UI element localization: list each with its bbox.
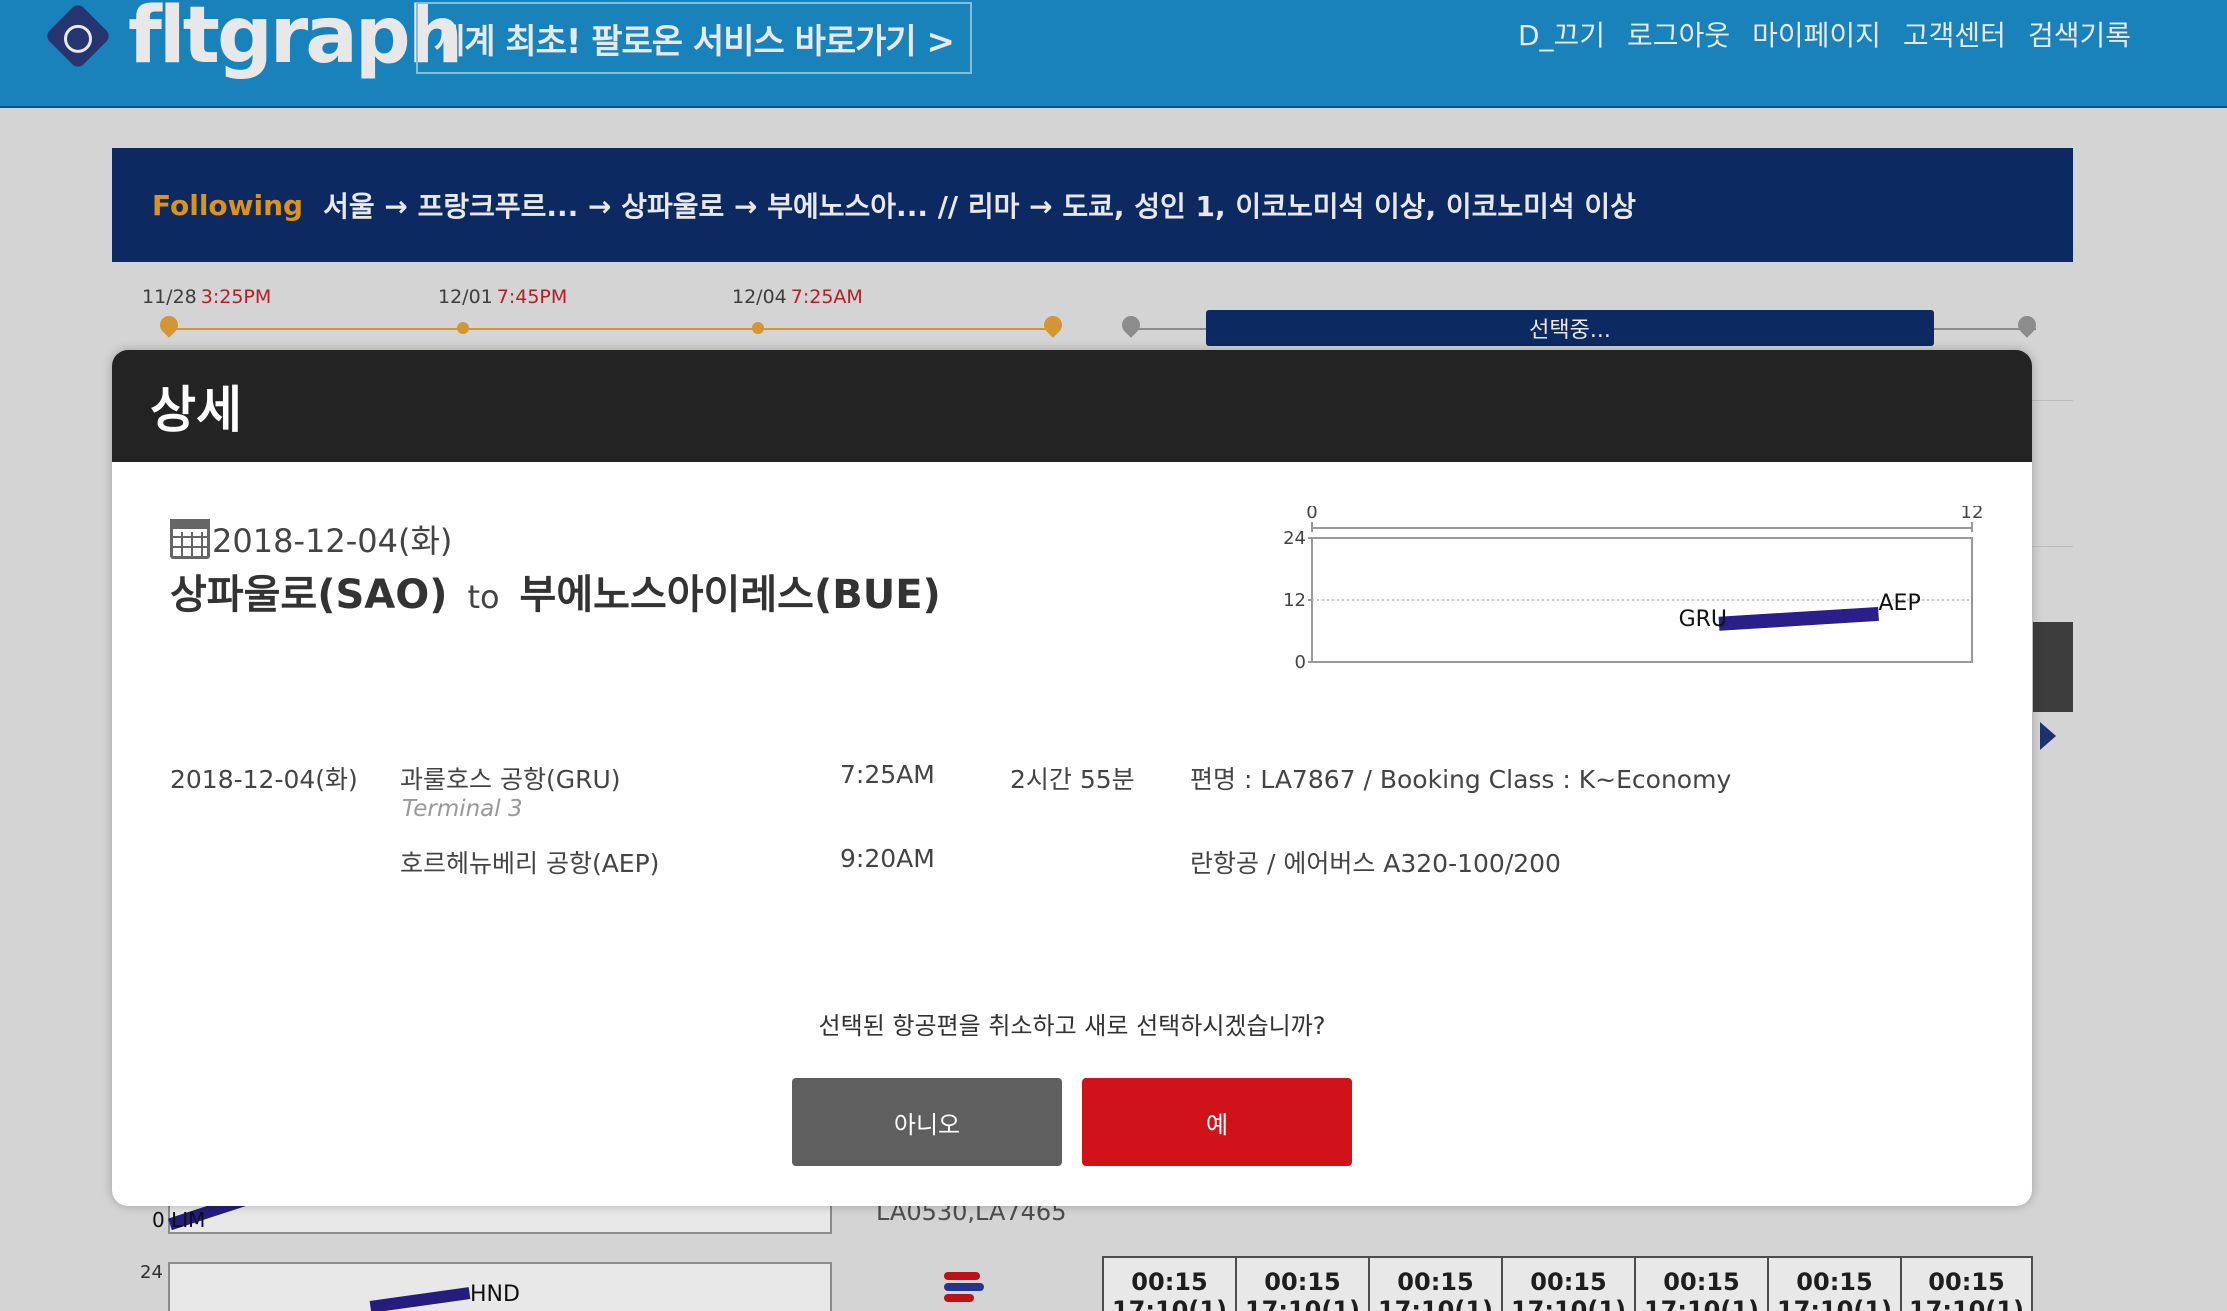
route-title: 상파울로(SAO) to 부에노스아이레스(BUE) [170,562,941,620]
route-destination: 부에노스아이레스(BUE) [519,572,941,618]
departure-terminal: Terminal 3 [402,796,523,822]
airline-aircraft-info: 란항공 / 에어버스 A320-100/200 [1190,849,1561,878]
chart-y-tick-label: 0 [1295,652,1306,673]
flight-time-chart: 0 12 24 12 0 GRU AEP [1283,506,1982,673]
departure-time: 7:25AM [840,760,935,789]
chart-x-tick-label: 12 [1961,506,1982,523]
detail-modal: 상세 2018-12-04(화) 상파울로(SAO) to 부에노스아이레스(B… [112,350,2032,1206]
route-to-word: to [467,578,500,616]
arrival-time: 9:20AM [840,844,935,873]
flight-date: 2018-12-04(화) [212,522,453,560]
confirm-message: 선택된 항공편을 취소하고 새로 선택하시겠습니까? [818,1012,1326,1040]
chart-x-tick-label: 0 [1306,506,1317,523]
chart-y-tick-label: 24 [1283,528,1306,549]
flight-info: 편명 : LA7867 / Booking Class : K~Economy [1190,765,1732,794]
calendar-icon [170,519,210,559]
yes-button[interactable]: 예 [1082,1078,1352,1166]
segment-date: 2018-12-04(화) [170,765,358,794]
chart-point-label: AEP [1879,591,1921,616]
route-origin: 상파울로(SAO) [170,572,448,618]
chart-point-label: GRU [1679,607,1727,632]
no-button[interactable]: 아니오 [792,1078,1062,1166]
flight-duration: 2시간 55분 [1010,765,1135,794]
arrival-airport: 호르헤뉴베리 공항(AEP) [400,849,660,878]
chart-flight-line [1718,606,1879,631]
modal-header: 상세 [112,350,2032,462]
chart-y-tick-label: 12 [1283,590,1306,611]
departure-airport: 과룰호스 공항(GRU) [400,765,621,794]
modal-title: 상세 [150,381,242,439]
flight-date-line: 2018-12-04(화) [170,516,452,562]
